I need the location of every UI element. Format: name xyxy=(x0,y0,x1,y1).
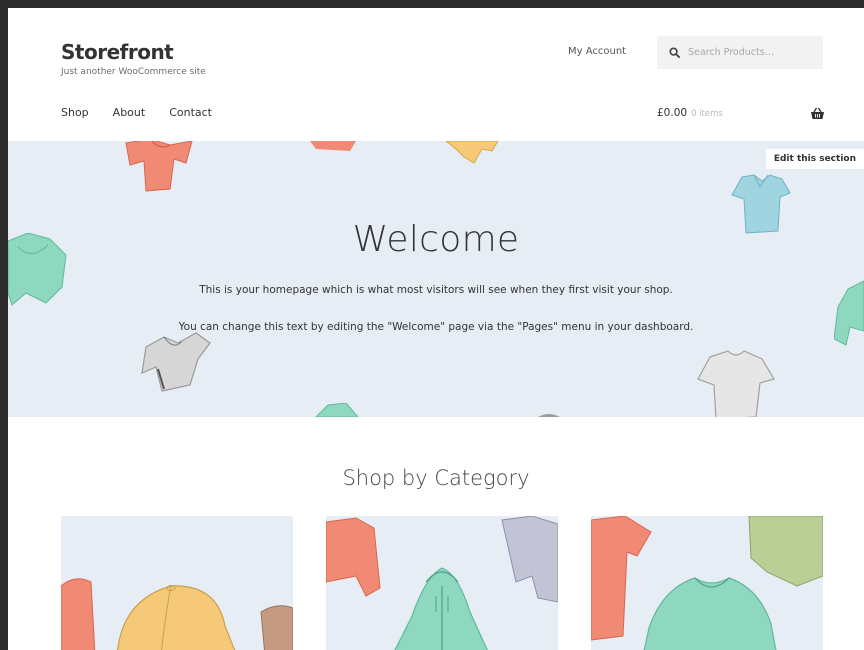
coral-shirt-illustration xyxy=(310,141,356,151)
edit-section-button[interactable]: Edit this section xyxy=(765,149,864,169)
browser-viewport: Storefront Just another WooCommerce site… xyxy=(8,8,864,650)
nav-item-contact[interactable]: Contact xyxy=(169,106,212,119)
cart-summary[interactable]: £0.00 0 items xyxy=(657,107,723,119)
coral-hoodie-illustration xyxy=(125,141,193,192)
hero-title: Welcome xyxy=(352,219,520,260)
welcome-hero: Edit this section Welcome This is your h… xyxy=(8,141,864,417)
category-card-tshirts[interactable] xyxy=(591,516,823,650)
tshirts-illustration xyxy=(591,516,823,650)
mint-top-illustration xyxy=(315,403,359,417)
shop-by-category-heading: Shop by Category xyxy=(342,466,530,490)
cart-total: £0.00 xyxy=(657,107,688,119)
nav-item-about[interactable]: About xyxy=(113,106,146,119)
search-input[interactable] xyxy=(686,46,820,59)
site-tagline: Just another WooCommerce site xyxy=(61,67,206,77)
primary-navigation: Shop About Contact xyxy=(61,106,212,119)
cart-count: 0 items xyxy=(691,109,723,119)
hero-paragraph-1: This is your homepage which is what most… xyxy=(199,284,673,296)
my-account-link[interactable]: My Account xyxy=(568,46,626,57)
hoodies-illustration xyxy=(326,516,558,650)
hero-paragraph-2: You can change this text by editing the … xyxy=(178,321,694,333)
category-card-accessories[interactable] xyxy=(61,516,293,650)
search-box[interactable] xyxy=(657,36,823,69)
nav-item-shop[interactable]: Shop xyxy=(61,106,89,119)
white-tshirt-illustration xyxy=(697,350,775,417)
basket-icon[interactable] xyxy=(810,105,825,124)
search-icon xyxy=(669,47,680,58)
yellow-top-illustration xyxy=(445,141,499,164)
dark-item-illustration xyxy=(538,414,560,417)
gray-hoodie-illustration xyxy=(141,332,211,392)
accessories-illustration xyxy=(61,578,293,650)
category-card-hoodies[interactable] xyxy=(326,516,558,650)
site-title[interactable]: Storefront xyxy=(61,40,174,64)
